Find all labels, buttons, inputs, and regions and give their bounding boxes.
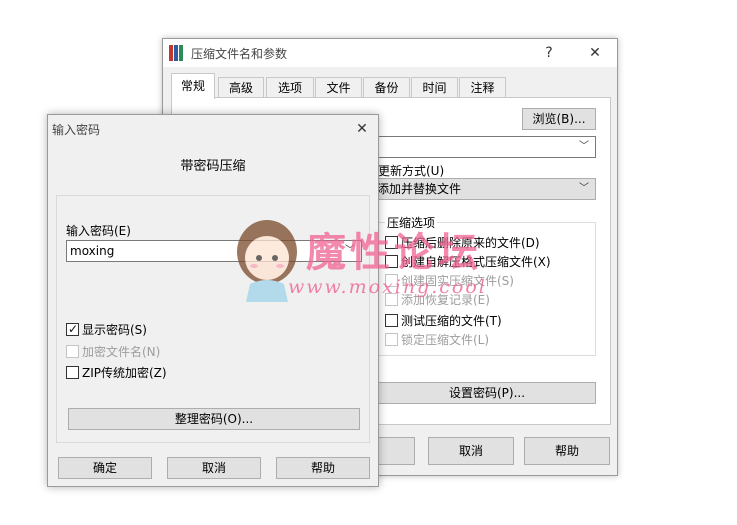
checkbox[interactable] (385, 255, 398, 268)
winrar-icon (169, 45, 185, 61)
option-create-sfx[interactable]: 创建自解压格式压缩文件(X) (385, 254, 551, 272)
title-bar: 输入密码 ✕ (48, 115, 378, 143)
dialog-heading: 带密码压缩 (180, 159, 246, 174)
checkbox[interactable] (385, 314, 398, 327)
ok-button[interactable]: 确定 (58, 457, 152, 479)
help-button[interactable]: 帮助 (524, 437, 610, 465)
update-mode-select[interactable]: 添加并替换文件 ﹀ (372, 178, 596, 200)
dialog-title: 输入密码 (52, 123, 101, 137)
chevron-down-icon: ﹀ (579, 183, 589, 194)
tab-backup[interactable]: 备份 (363, 77, 410, 99)
dialog-title: 压缩文件名和参数 (191, 47, 288, 61)
password-value: moxing (70, 244, 115, 258)
help-button[interactable]: 帮助 (276, 457, 370, 479)
close-icon[interactable]: ✕ (348, 118, 376, 140)
option-lock-archive: 锁定压缩文件(L) (385, 332, 489, 350)
encrypt-filenames-checkbox: 加密文件名(N) (66, 344, 160, 362)
checkbox (385, 274, 398, 287)
option-solid-archive: 创建固实压缩文件(S) (385, 273, 514, 291)
option-recovery-record: 添加恢复记录(E) (385, 292, 490, 310)
update-mode-value: 添加并替换文件 (377, 182, 462, 196)
chevron-down-icon: ﹀ (579, 141, 589, 152)
update-mode-label: 更新方式(U) (378, 164, 445, 178)
tab-general[interactable]: 常规 (171, 73, 215, 99)
cancel-button[interactable]: 取消 (167, 457, 261, 479)
close-icon[interactable]: ✕ (581, 42, 609, 64)
cancel-button[interactable]: 取消 (428, 437, 514, 465)
tab-files[interactable]: 文件 (315, 77, 362, 99)
checkbox (66, 345, 79, 358)
browse-button[interactable]: 浏览(B)... (522, 108, 596, 130)
password-input[interactable]: moxing ﹀ (66, 240, 362, 262)
compression-options-group: 压缩选项 压缩后删除原来的文件(D) 创建自解压格式压缩文件(X) 创建固实压缩… (378, 214, 596, 356)
checkbox (385, 333, 398, 346)
tab-options[interactable]: 选项 (266, 77, 314, 99)
option-delete-after[interactable]: 压缩后删除原来的文件(D) (385, 235, 540, 253)
option-test-files[interactable]: 测试压缩的文件(T) (385, 313, 502, 331)
tab-comment[interactable]: 注释 (459, 77, 506, 99)
checkbox[interactable]: ✓ (66, 322, 79, 336)
check-icon: ✓ (68, 322, 79, 336)
archive-name-combo[interactable]: ﹀ (372, 136, 596, 158)
chevron-down-icon[interactable]: ﹀ (345, 241, 355, 261)
tab-time[interactable]: 时间 (411, 77, 458, 99)
group-title: 压缩选项 (385, 214, 438, 231)
title-bar: 压缩文件名和参数 ? ✕ (163, 39, 617, 67)
checkbox[interactable] (385, 236, 398, 249)
organize-passwords-button[interactable]: 整理密码(O)... (68, 408, 360, 430)
password-panel: 输入密码(E) moxing ﹀ ✓ 显示密码(S) 加密文件名(N) ZIP传统… (56, 195, 370, 443)
set-password-button[interactable]: 设置密码(P)... (378, 382, 596, 404)
zip-legacy-encryption-checkbox[interactable]: ZIP传统加密(Z) (66, 365, 167, 383)
enter-password-dialog: 输入密码 ✕ 带密码压缩 输入密码(E) moxing ﹀ ✓ 显示密码(S) 加… (47, 114, 379, 487)
password-label: 输入密码(E) (66, 224, 131, 238)
checkbox[interactable] (66, 366, 79, 379)
help-icon[interactable]: ? (535, 42, 563, 64)
show-password-checkbox[interactable]: ✓ 显示密码(S) (66, 322, 147, 340)
tab-advanced[interactable]: 高级 (218, 77, 264, 99)
checkbox (385, 293, 398, 306)
